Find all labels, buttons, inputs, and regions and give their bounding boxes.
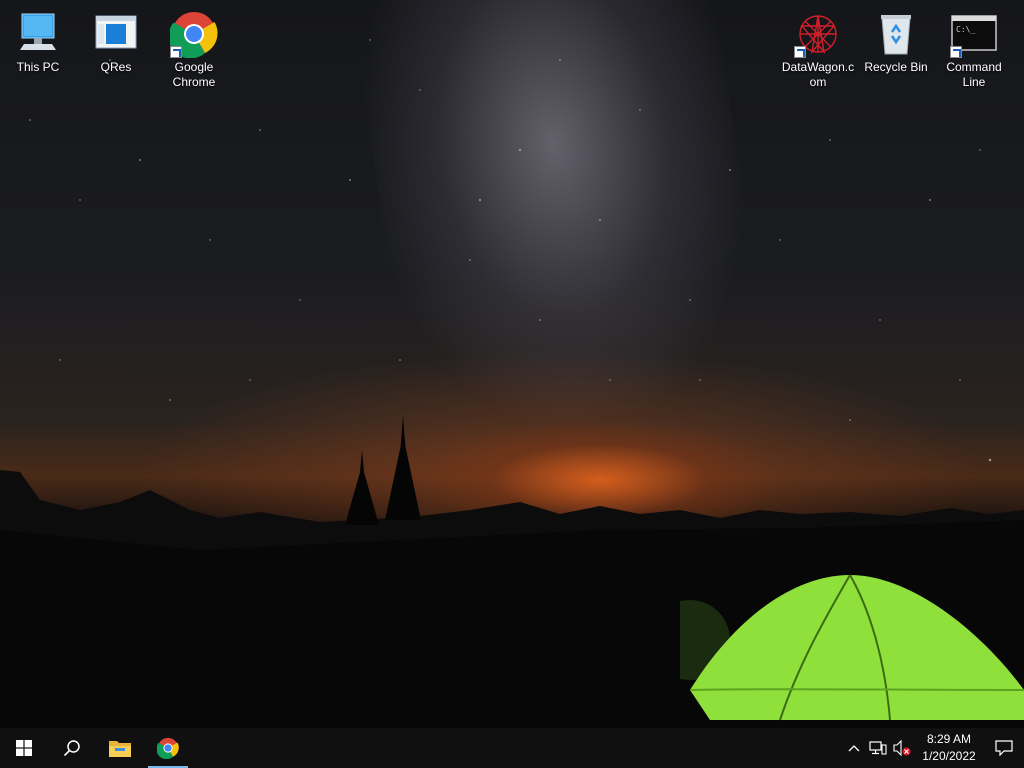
action-center-button[interactable] xyxy=(984,728,1024,768)
desktop-icon-recycle-bin[interactable]: Recycle Bin xyxy=(859,2,933,75)
desktop-icon-label: QRes xyxy=(100,60,132,74)
svg-text:C:\_: C:\_ xyxy=(956,25,975,34)
windows-start-icon xyxy=(16,740,32,756)
shortcut-arrow-icon xyxy=(794,46,806,58)
taskbar: 8:29 AM 1/20/2022 xyxy=(0,728,1024,768)
desktop-icon-datawagon[interactable]: DataWagon.com xyxy=(781,2,855,90)
shortcut-arrow-icon xyxy=(170,46,182,58)
chevron-up-icon xyxy=(848,745,860,752)
network-icon xyxy=(869,741,887,755)
desktop-icon-label: Google Chrome xyxy=(172,60,216,89)
desktop-icon-qres[interactable]: QRes xyxy=(79,2,153,75)
volume-muted-icon xyxy=(893,740,911,756)
system-tray: 8:29 AM 1/20/2022 xyxy=(842,728,1024,768)
clock-date: 1/20/2022 xyxy=(922,749,976,763)
clock-time: 8:29 AM xyxy=(926,732,972,746)
qres-icon xyxy=(92,10,140,58)
shortcut-arrow-icon xyxy=(950,46,962,58)
taskbar-chrome[interactable] xyxy=(144,728,192,768)
desktop-icon-label: Recycle Bin xyxy=(864,60,928,74)
taskbar-file-explorer[interactable] xyxy=(96,728,144,768)
chrome-icon xyxy=(168,10,218,59)
volume-button[interactable] xyxy=(890,728,914,768)
desktop-icon-label: DataWagon.com xyxy=(781,60,855,89)
recycle-bin-icon xyxy=(872,10,920,58)
datawagon-icon xyxy=(794,10,842,58)
file-explorer-icon xyxy=(109,741,131,757)
desktop-icon-label: This PC xyxy=(16,60,60,74)
desktop-icon-command-line[interactable]: C:\_ Command Line xyxy=(937,2,1011,90)
search-button[interactable] xyxy=(48,728,96,768)
search-icon xyxy=(63,740,80,757)
wallpaper-tent xyxy=(680,574,1024,721)
action-center-icon xyxy=(995,740,1013,756)
desktop-icon-this-pc[interactable]: This PC xyxy=(1,2,75,75)
clock-button[interactable]: 8:29 AM 1/20/2022 xyxy=(914,731,984,765)
command-line-icon: C:\_ xyxy=(950,10,998,58)
this-pc-icon xyxy=(14,10,62,58)
desktop-icon-chrome[interactable]: Google Chrome xyxy=(157,2,231,90)
chrome-icon xyxy=(157,737,179,759)
show-hidden-icons-button[interactable] xyxy=(842,728,866,768)
network-button[interactable] xyxy=(866,728,890,768)
desktop-icon-label: Command Line xyxy=(946,60,1002,89)
start-button[interactable] xyxy=(0,728,48,768)
